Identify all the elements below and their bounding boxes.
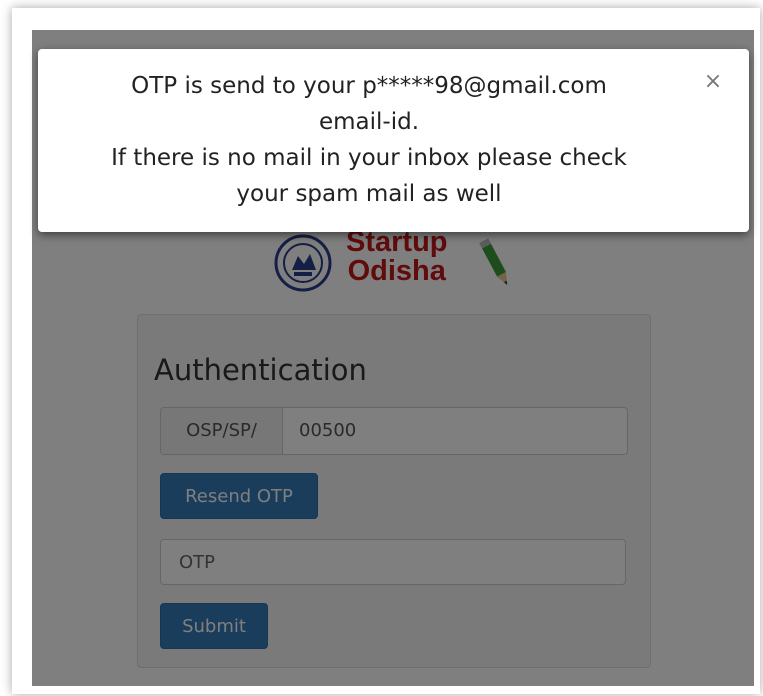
modal-message-line: your spam mail as well (236, 181, 502, 207)
close-icon[interactable]: × (702, 71, 724, 93)
modal-message-line: email-id. (318, 109, 420, 135)
modal-message-line: OTP is send to your p*****98@gmail.com (131, 73, 607, 99)
otp-sent-modal: OTP is send to your p*****98@gmail.com e… (38, 49, 749, 232)
modal-message-line: If there is no mail in your inbox please… (111, 145, 627, 171)
modal-message: OTP is send to your p*****98@gmail.com e… (58, 68, 680, 212)
